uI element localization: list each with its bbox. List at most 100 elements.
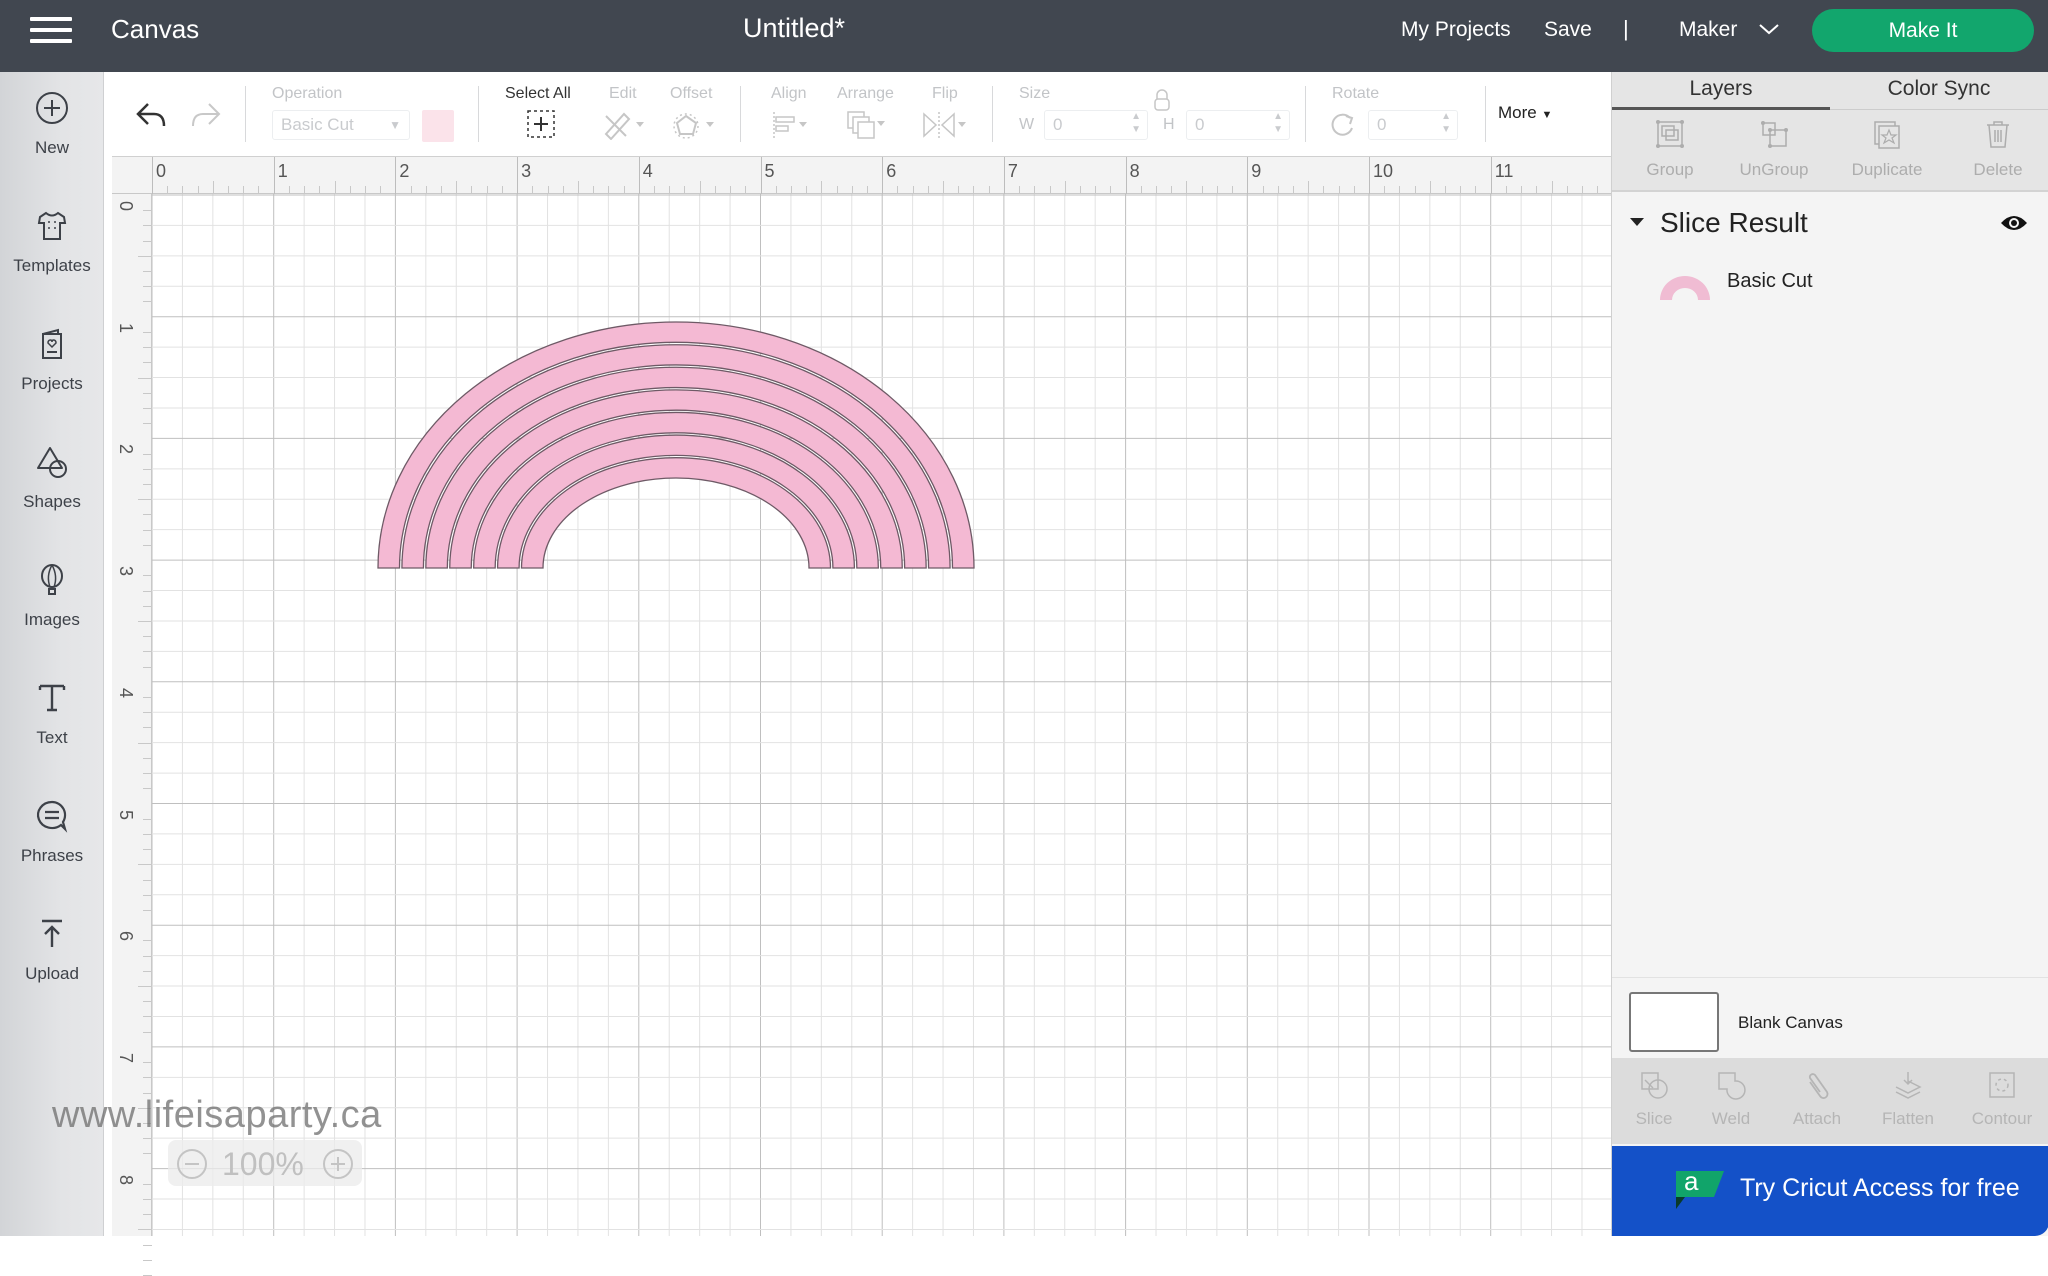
operation-select[interactable]: Basic Cut ▼ bbox=[272, 110, 410, 140]
offset-icon[interactable] bbox=[672, 110, 716, 140]
zoom-out-button[interactable] bbox=[177, 1149, 207, 1179]
nav-upload[interactable]: Upload bbox=[0, 898, 104, 1016]
arrange-label: Arrange bbox=[837, 85, 894, 102]
blank-canvas-thumbnail[interactable] bbox=[1629, 992, 1719, 1052]
nav-projects[interactable]: Projects bbox=[0, 308, 104, 426]
contour-button[interactable]: Contour bbox=[1962, 1058, 2042, 1144]
ruler-minor-tick bbox=[143, 970, 152, 972]
tool-label: Contour bbox=[1971, 1109, 2033, 1128]
delete-button[interactable]: Delete bbox=[1948, 110, 2048, 192]
stepper-icon[interactable]: ▲ ▼ bbox=[1131, 110, 1141, 136]
text-icon bbox=[38, 684, 66, 712]
shapes-icon bbox=[37, 447, 67, 478]
edit-icon[interactable] bbox=[602, 110, 646, 140]
trash-icon bbox=[1987, 121, 2009, 148]
save-link[interactable]: Save bbox=[1544, 18, 1592, 42]
collapse-caret-icon[interactable] bbox=[1630, 218, 1644, 226]
nav-new[interactable]: New bbox=[0, 72, 104, 190]
flip-icon[interactable] bbox=[920, 110, 968, 140]
lock-icon[interactable] bbox=[1153, 88, 1171, 112]
nav-phrases[interactable]: Phrases bbox=[0, 780, 104, 898]
operation-color-swatch[interactable] bbox=[422, 110, 454, 142]
ruler-minor-tick bbox=[143, 1031, 152, 1033]
nav-images[interactable]: Images bbox=[0, 544, 104, 662]
cricut-access-banner[interactable]: a Try Cricut Access for free bbox=[1612, 1146, 2048, 1236]
ruler-minor-tick bbox=[143, 1183, 152, 1185]
group-button[interactable]: Group bbox=[1620, 110, 1720, 192]
ruler-minor-tick bbox=[143, 1016, 152, 1018]
duplicate-button[interactable]: Duplicate bbox=[1837, 110, 1937, 192]
blank-canvas-label: Blank Canvas bbox=[1738, 1013, 1843, 1032]
flip-label: Flip bbox=[932, 85, 958, 102]
ruler-tick-label: 5 bbox=[116, 809, 136, 820]
ungroup-button[interactable]: UnGroup bbox=[1724, 110, 1824, 192]
tool-label: Attach bbox=[1792, 1109, 1842, 1128]
operation-value: Basic Cut bbox=[281, 115, 354, 134]
align-icon[interactable] bbox=[770, 110, 810, 140]
tool-label: Flatten bbox=[1882, 1109, 1934, 1128]
chevron-down-icon[interactable] bbox=[1758, 22, 1780, 36]
zoom-in-button[interactable] bbox=[323, 1149, 353, 1179]
document-title: Untitled* bbox=[742, 13, 846, 43]
ruler-minor-tick bbox=[143, 1153, 152, 1155]
ruler-tick-label: 6 bbox=[886, 161, 897, 181]
more-label: More bbox=[1498, 103, 1537, 122]
redo-icon[interactable] bbox=[189, 100, 223, 128]
stepper-icon[interactable]: ▲ ▼ bbox=[1273, 110, 1283, 136]
nav-templates[interactable]: Templates bbox=[0, 190, 104, 308]
tshirt-icon bbox=[37, 211, 67, 240]
stepper-icon[interactable]: ▲ ▼ bbox=[1441, 110, 1451, 136]
arrange-icon[interactable] bbox=[844, 108, 888, 142]
ruler-tick-label: 6 bbox=[116, 931, 136, 942]
ruler-minor-tick bbox=[143, 590, 152, 592]
ruler-minor-tick bbox=[143, 407, 152, 409]
layer-item[interactable]: Basic Cut bbox=[1612, 258, 2048, 308]
make-it-button[interactable]: Make It bbox=[1812, 9, 2034, 52]
width-input[interactable]: 0 ▲ ▼ bbox=[1044, 110, 1148, 140]
select-all-label: Select All bbox=[505, 85, 571, 102]
ruler-tick-label: 1 bbox=[277, 161, 288, 181]
layer-thumbnail bbox=[1660, 276, 1710, 300]
weld-button[interactable]: Weld bbox=[1691, 1058, 1771, 1144]
horizontal-ruler: 0 1 2 3 4 5 6 7 8 9 10 11 bbox=[112, 156, 1611, 195]
layer-group-row[interactable]: Slice Result bbox=[1612, 200, 2048, 246]
tab-layers[interactable]: Layers bbox=[1612, 72, 1830, 110]
nav-text[interactable]: Text bbox=[0, 662, 104, 780]
rainbow-shape[interactable] bbox=[377, 321, 975, 569]
ruler-minor-tick bbox=[143, 1244, 152, 1246]
tool-label: Duplicate bbox=[1851, 160, 1923, 179]
design-canvas[interactable] bbox=[152, 194, 1611, 1236]
machine-selector[interactable]: Maker bbox=[1679, 18, 1737, 42]
layers-panel: Layers Color Sync Group UnGroup Duplicat… bbox=[1611, 72, 2048, 1236]
nav-shapes[interactable]: Shapes bbox=[0, 426, 104, 544]
ruler-major-tick bbox=[882, 157, 884, 195]
group-name: Slice Result bbox=[1660, 207, 1808, 238]
nav-label: Upload bbox=[25, 964, 79, 983]
ruler-tick-label: 4 bbox=[642, 161, 653, 181]
ruler-tick-label: 11 bbox=[1494, 161, 1514, 181]
flatten-icon bbox=[1895, 1072, 1922, 1099]
ruler-minor-tick bbox=[143, 1138, 152, 1140]
nav-label: New bbox=[34, 138, 69, 157]
ruler-minor-tick bbox=[1308, 181, 1310, 195]
tab-color-sync[interactable]: Color Sync bbox=[1830, 72, 2048, 110]
rotate-icon[interactable] bbox=[1330, 112, 1356, 138]
panel-tabs: Layers Color Sync bbox=[1612, 72, 2048, 110]
slice-button[interactable]: Slice bbox=[1614, 1058, 1694, 1144]
select-all-icon[interactable] bbox=[526, 109, 556, 139]
ruler-minor-tick bbox=[138, 864, 152, 866]
ruler-minor-tick bbox=[143, 240, 152, 242]
flatten-button[interactable]: Flatten bbox=[1868, 1058, 1948, 1144]
my-projects-link[interactable]: My Projects bbox=[1401, 18, 1511, 42]
attach-button[interactable]: Attach bbox=[1777, 1058, 1857, 1144]
eye-icon[interactable] bbox=[2000, 214, 2028, 232]
ruler-minor-tick bbox=[143, 909, 152, 911]
ruler-tick-label: 7 bbox=[116, 1052, 136, 1063]
undo-icon[interactable] bbox=[134, 100, 168, 128]
more-menu[interactable]: More ▼ bbox=[1498, 103, 1552, 123]
watermark-text: www.lifeisaparty.ca bbox=[52, 1094, 382, 1136]
rotate-input[interactable]: 0 ▲ ▼ bbox=[1368, 110, 1458, 140]
edit-toolbar: Operation Basic Cut ▼ Select All Edit Off… bbox=[112, 72, 1611, 156]
height-input[interactable]: 0 ▲ ▼ bbox=[1186, 110, 1290, 140]
header-separator: | bbox=[1623, 16, 1629, 41]
